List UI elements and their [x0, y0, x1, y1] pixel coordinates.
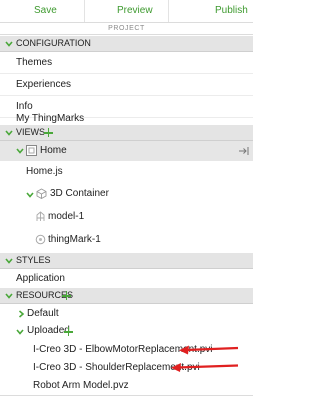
navigate-icon[interactable]	[238, 146, 250, 156]
item-label: Experiences	[16, 79, 72, 90]
chevron-down-icon[interactable]	[26, 191, 34, 199]
view-item-model[interactable]: model-1	[0, 206, 253, 228]
toolbar-divider	[84, 0, 85, 22]
item-label: Home	[40, 145, 67, 156]
chevron-down-icon[interactable]	[5, 129, 13, 137]
item-label: Robot Arm Model.pvz	[33, 380, 129, 391]
toolbar-divider	[168, 0, 169, 22]
section-views[interactable]: VIEWS	[0, 125, 253, 141]
add-view-plus-icon[interactable]	[44, 128, 53, 137]
chevron-down-icon[interactable]	[5, 40, 13, 48]
item-label: 3D Container	[50, 188, 109, 199]
section-styles-header[interactable]: STYLES	[0, 253, 253, 269]
item-label: thingMark-1	[48, 234, 101, 245]
view-page-icon	[26, 145, 37, 156]
view-item-3d-container[interactable]: 3D Container	[0, 183, 253, 205]
red-arrow-icon	[171, 363, 239, 372]
project-header: PROJECT	[0, 22, 253, 35]
divider	[0, 395, 253, 396]
save-button[interactable]: Save	[34, 4, 57, 18]
preview-button[interactable]: Preview	[117, 4, 153, 18]
item-label: Application	[16, 273, 65, 284]
section-title: STYLES	[16, 255, 51, 265]
model-icon	[36, 211, 45, 221]
publish-button[interactable]: Publish	[215, 4, 248, 18]
cube-icon	[36, 188, 47, 199]
chevron-down-icon[interactable]	[16, 328, 24, 336]
toolbar: Save Preview Publish	[0, 0, 253, 22]
style-item-application[interactable]: Application	[0, 268, 253, 290]
thingmark-icon	[35, 234, 46, 245]
section-resources[interactable]: RESOURCES	[0, 288, 253, 304]
view-item-home-js[interactable]: Home.js	[0, 161, 253, 183]
resource-file-robot-arm[interactable]: Robot Arm Model.pvz	[0, 375, 253, 397]
section-configuration[interactable]: CONFIGURATION	[0, 36, 253, 52]
add-resource-plus-icon[interactable]	[62, 291, 71, 300]
view-item-home[interactable]: Home	[0, 141, 253, 161]
red-arrow-icon	[179, 345, 239, 355]
section-title: VIEWS	[16, 127, 46, 137]
chevron-down-icon[interactable]	[16, 147, 24, 155]
config-item-my-thingmarks[interactable]: My ThingMarks	[0, 108, 253, 126]
config-item-themes[interactable]: Themes	[0, 52, 253, 74]
item-label: Home.js	[26, 166, 63, 177]
chevron-down-icon[interactable]	[5, 292, 13, 300]
upload-plus-icon[interactable]	[64, 327, 73, 336]
chevron-down-icon[interactable]	[5, 257, 13, 265]
section-title: CONFIGURATION	[16, 38, 91, 48]
item-label: model-1	[48, 211, 85, 222]
item-label: Themes	[16, 57, 53, 68]
view-item-thingmark[interactable]: thingMark-1	[0, 229, 253, 251]
chevron-right-icon[interactable]	[17, 310, 25, 318]
config-item-experiences[interactable]: Experiences	[0, 74, 253, 96]
